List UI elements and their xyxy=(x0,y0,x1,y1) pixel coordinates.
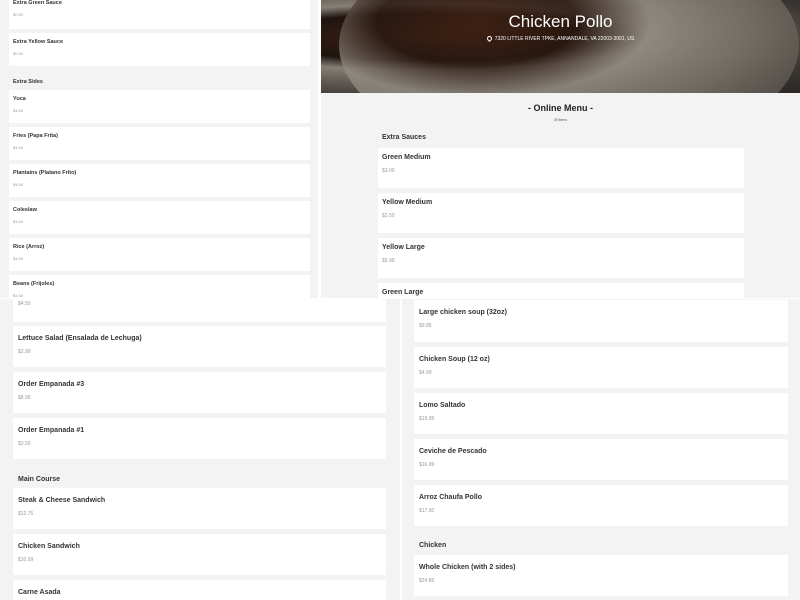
menu-item-card[interactable]: Whole Chicken (with 2 sides) $24.85 xyxy=(414,555,788,596)
location-pin-icon xyxy=(485,35,493,43)
menu-item-name: Extra Green Sauce xyxy=(13,0,62,6)
menu-item-name: Arroz Chaufa Pollo xyxy=(419,494,483,501)
menu-item-name: Green Medium xyxy=(382,154,431,161)
menu-item-price: $5.99 xyxy=(382,258,395,264)
menu-item-card[interactable]: Yellow Large $5.99 xyxy=(378,238,744,278)
menu-item-card[interactable]: Green Medium $3.00 xyxy=(378,148,744,188)
menu-panel-bottom-right: Large chicken soup (32oz) $9.85 Chicken … xyxy=(402,299,800,600)
menu-item-name: Carne Asada xyxy=(18,589,61,596)
menu-item-price: $3.00 xyxy=(382,168,395,174)
menu-item-price: $4.50 xyxy=(13,108,24,113)
menu-item-name: Whole Chicken (with 2 sides) xyxy=(419,564,516,571)
menu-item-card[interactable]: Extra Yellow Sauce $0.50 xyxy=(9,33,310,66)
menu-item-price: $17.50 xyxy=(419,508,435,514)
menu-item-card[interactable]: Lettuce Salad (Ensalada de Lechuga) $2.9… xyxy=(13,326,386,367)
menu-item-price: $2.50 xyxy=(382,213,395,219)
menu-item-name: Chicken Sandwich xyxy=(18,543,80,550)
menu-item-price: $4.50 xyxy=(18,301,31,307)
menu-item-name: Plantains (Platano Frito) xyxy=(13,170,77,176)
menu-item-card[interactable]: Yellow Medium $2.50 xyxy=(378,193,744,233)
menu-item-price: $3.50 xyxy=(18,441,31,447)
restaurant-address: 7320 LITTLE RIVER TPKE, ANNANDALE, VA 22… xyxy=(321,35,800,43)
menu-item-name: Green Large xyxy=(382,289,424,296)
menu-item-name: Lettuce Salad (Ensalada de Lechuga) xyxy=(18,335,142,342)
menu-item-price: $9.85 xyxy=(419,323,432,329)
menu-item-card[interactable]: Steak & Cheese Sandwich $12.75 xyxy=(13,488,386,529)
section-heading: Main Course xyxy=(18,476,61,483)
menu-item-card[interactable]: Chicken Sandwich $10.99 xyxy=(13,534,386,575)
menu-page: Extra Green Sauce $0.50 Extra Yellow Sau… xyxy=(0,0,800,600)
menu-item-price: $10.99 xyxy=(18,557,34,563)
menu-item-card[interactable]: Fries (Papa Frita) $4.50 xyxy=(9,127,310,160)
menu-item-count: 49 items xyxy=(553,118,568,122)
menu-item-name: Yellow Medium xyxy=(382,199,433,206)
menu-item-card[interactable]: Yuca $4.50 xyxy=(9,90,310,123)
menu-item-name: Lomo Saltado xyxy=(419,402,466,409)
restaurant-name: Chicken Pollo xyxy=(508,12,613,31)
menu-item-price: $2.99 xyxy=(18,349,31,355)
menu-item-price: $19.95 xyxy=(419,416,435,422)
menu-item-price: $0.50 xyxy=(13,51,24,56)
menu-item-name: Extra Yellow Sauce xyxy=(13,39,64,45)
menu-item-name: Fries (Papa Frita) xyxy=(13,133,58,139)
menu-item-price: $4.50 xyxy=(13,219,24,224)
menu-item-card[interactable]: Carne Asada xyxy=(13,580,386,600)
menu-item-name: Ceviche de Pescado xyxy=(419,448,487,455)
menu-item-name: Yellow Large xyxy=(382,244,425,251)
menu-item-price: $24.85 xyxy=(419,578,435,584)
menu-item-card[interactable]: Coleslaw $4.50 xyxy=(9,201,310,234)
menu-item-name: Beans (Frijoles) xyxy=(13,281,55,287)
menu-item-price: $4.99 xyxy=(419,370,432,376)
menu-item-price: $4.50 xyxy=(13,256,24,261)
menu-item-price: $0.50 xyxy=(13,12,24,17)
menu-item-card[interactable]: Chicken Soup (12 oz) $4.99 xyxy=(414,347,788,388)
menu-item-name: Yuca xyxy=(13,96,26,102)
menu-item-card[interactable]: $4.50 xyxy=(13,299,386,322)
hero-banner: Chicken Pollo 7320 LITTLE RIVER TPKE, AN… xyxy=(321,0,800,93)
menu-item-name: Order Empanada #3 xyxy=(18,381,85,388)
menu-item-card[interactable]: Lomo Saltado $19.95 xyxy=(414,393,788,434)
menu-item-name: Order Empanada #1 xyxy=(18,427,85,434)
divider xyxy=(318,0,321,299)
menu-item-price: $8.99 xyxy=(18,395,31,401)
menu-panel-top-right: Chicken Pollo 7320 LITTLE RIVER TPKE, AN… xyxy=(321,0,800,299)
menu-item-card[interactable]: Green Large xyxy=(378,283,744,299)
menu-item-card[interactable]: Order Empanada #3 $8.99 xyxy=(13,372,386,413)
address-text: 7320 LITTLE RIVER TPKE, ANNANDALE, VA 22… xyxy=(494,36,635,42)
menu-item-card[interactable]: Rice (Arroz) $4.50 xyxy=(9,238,310,271)
menu-item-price: $4.50 xyxy=(13,182,24,187)
menu-item-card[interactable]: Beans (Frijoles) $4.50 xyxy=(9,275,310,299)
menu-panel-bottom-left: $4.50 Lettuce Salad (Ensalada de Lechuga… xyxy=(0,299,400,600)
section-heading: Chicken xyxy=(419,542,447,549)
menu-item-card[interactable]: Ceviche de Pescado $16.99 xyxy=(414,439,788,480)
menu-item-card[interactable]: Plantains (Platano Frito) $4.50 xyxy=(9,164,310,197)
menu-item-name: Steak & Cheese Sandwich xyxy=(18,497,106,504)
menu-item-name: Coleslaw xyxy=(13,207,37,213)
menu-item-card[interactable]: Order Empanada #1 $3.50 xyxy=(13,418,386,459)
menu-item-price: $16.99 xyxy=(419,462,435,468)
menu-item-name: Rice (Arroz) xyxy=(13,244,45,250)
menu-item-card[interactable]: Extra Green Sauce $0.50 xyxy=(9,0,310,29)
section-heading: Extra Sides xyxy=(13,79,43,85)
menu-item-card[interactable]: Large chicken soup (32oz) $9.85 xyxy=(414,300,788,342)
menu-item-card[interactable]: Arroz Chaufa Pollo $17.50 xyxy=(414,485,788,526)
menu-item-price: $12.75 xyxy=(18,511,34,517)
menu-item-name: Chicken Soup (12 oz) xyxy=(419,356,490,363)
menu-item-name: Large chicken soup (32oz) xyxy=(419,309,507,316)
section-heading: Extra Sauces xyxy=(382,134,426,141)
menu-item-price: $4.50 xyxy=(13,145,24,150)
menu-panel-top-left: Extra Green Sauce $0.50 Extra Yellow Sau… xyxy=(0,0,318,299)
menu-title: - Online Menu - xyxy=(528,103,593,113)
